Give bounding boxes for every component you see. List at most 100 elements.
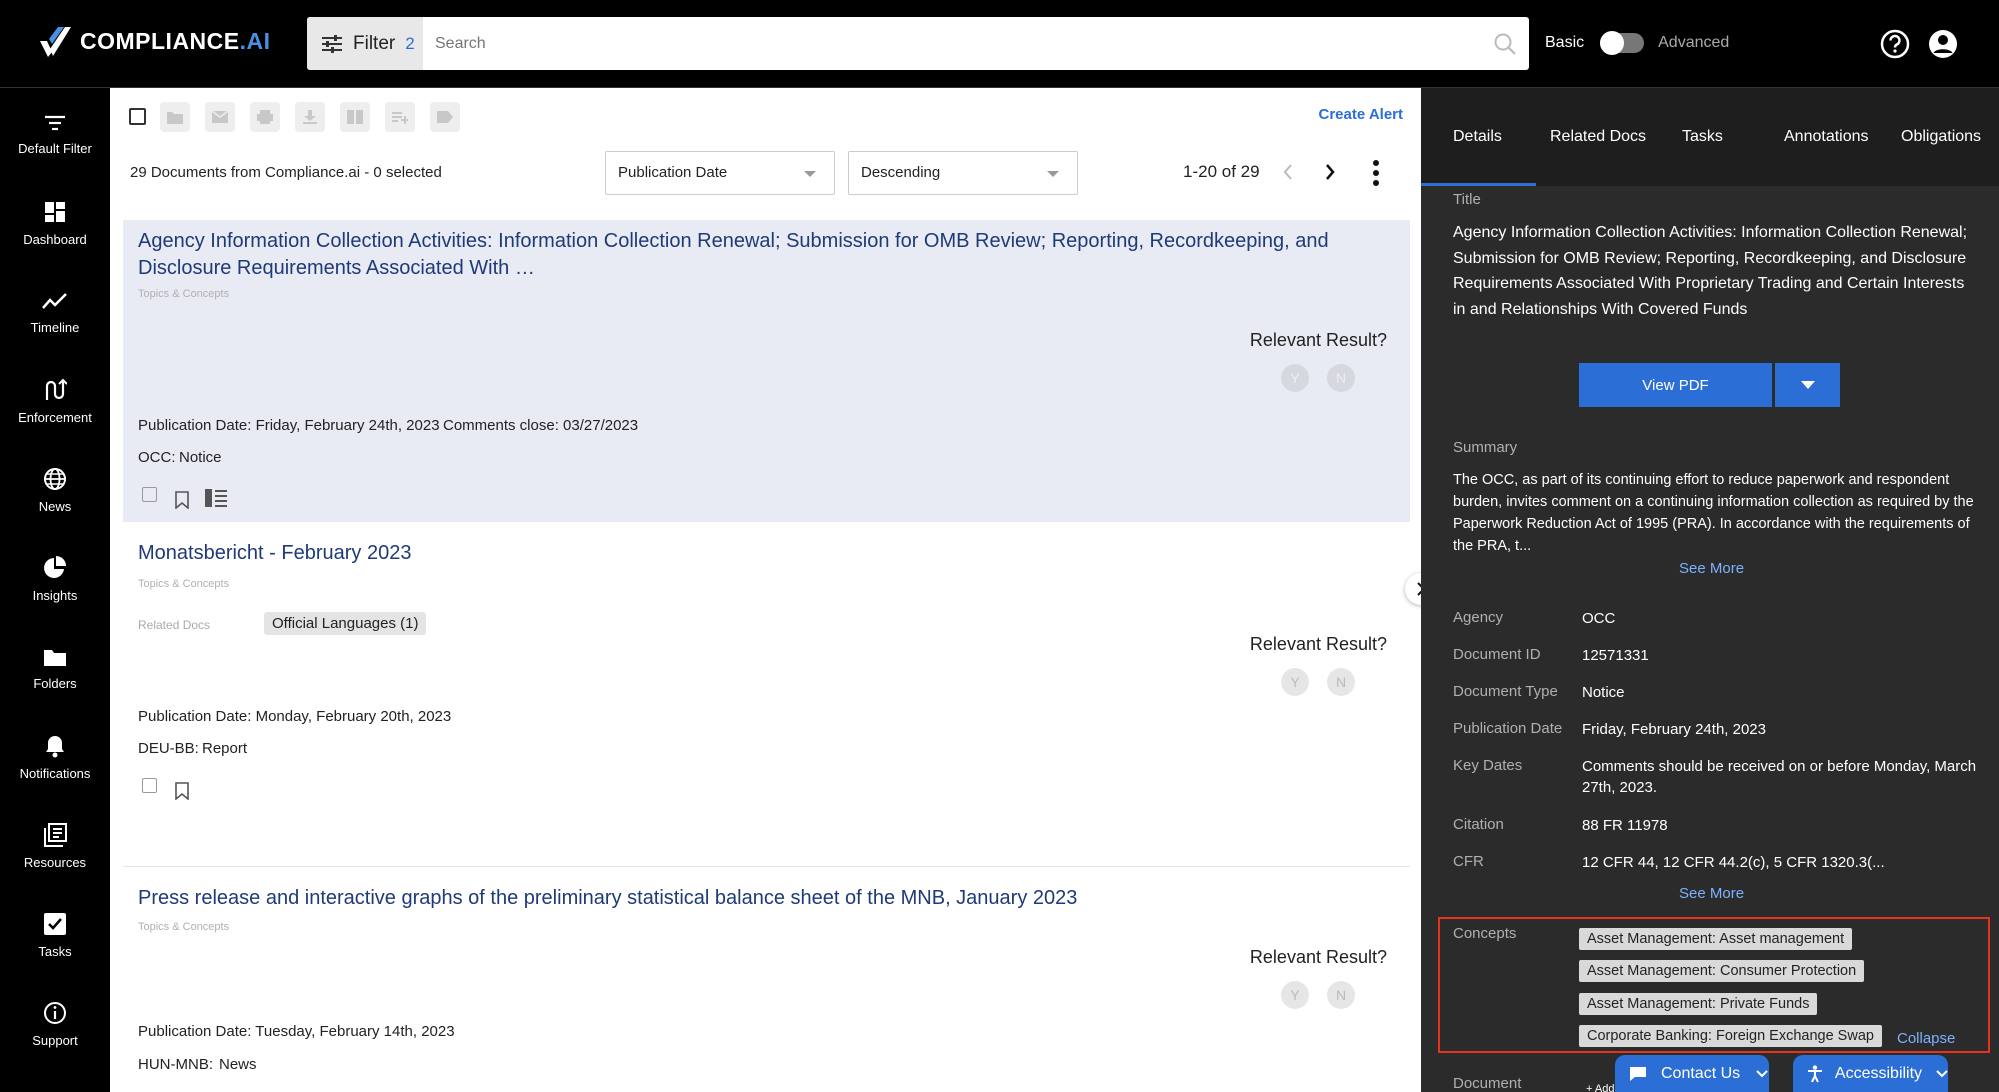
resources-icon	[44, 823, 67, 847]
concept-chip[interactable]: Corporate Banking: Foreign Exchange Swap	[1579, 1025, 1882, 1047]
user-account-icon[interactable]	[1927, 28, 1959, 60]
agency-code: HUN-MNB:	[138, 1056, 213, 1073]
field-label: Agency	[1453, 609, 1504, 626]
more-options-icon[interactable]	[1372, 160, 1380, 186]
nav-enforcement[interactable]: Enforcement	[0, 357, 110, 446]
nav-label: Resources	[23, 855, 87, 870]
nav-default-filter[interactable]: Default Filter	[0, 90, 110, 179]
nav-resources[interactable]: Resources	[0, 802, 110, 891]
view-pdf-dropdown[interactable]	[1775, 363, 1840, 407]
accessibility-icon	[1807, 1064, 1822, 1082]
nav-notifications[interactable]: Notifications	[0, 713, 110, 802]
relevant-yes-button[interactable]: Y	[1281, 668, 1309, 696]
add-to-folder-icon[interactable]	[160, 102, 190, 132]
add-to-list-icon[interactable]	[385, 102, 415, 132]
chevron-left-icon[interactable]	[1282, 162, 1294, 182]
tab-obligations[interactable]: Obligations	[1901, 128, 1981, 146]
field-label: Citation	[1453, 816, 1504, 833]
summary-see-more-link[interactable]: See More	[1679, 560, 1744, 577]
toggle-basic-label: Basic	[1545, 34, 1585, 51]
nav-news[interactable]: News	[0, 446, 110, 535]
nav-tasks[interactable]: Tasks	[0, 891, 110, 980]
result-item[interactable]: Press release and interactive graphs of …	[123, 867, 1410, 1092]
related-doc-chip[interactable]: Official Languages (1)	[264, 612, 427, 635]
concept-chip[interactable]: Asset Management: Private Funds	[1579, 993, 1818, 1015]
result-item[interactable]: Agency Information Collection Activities…	[123, 220, 1410, 522]
result-title[interactable]: Agency Information Collection Activities…	[138, 228, 1398, 282]
result-title[interactable]: Monatsbericht - February 2023	[138, 540, 1398, 567]
result-count: 29 Documents from Compliance.ai - 0 sele…	[130, 164, 442, 181]
summary-text: The OCC, as part of its continuing effor…	[1453, 472, 1974, 554]
search-bar: Filter 2	[307, 17, 1529, 70]
help-icon[interactable]	[1879, 28, 1911, 60]
mode-switch[interactable]	[1600, 31, 1645, 55]
agency-value: OCC	[1582, 610, 1616, 627]
select-all-checkbox[interactable]	[129, 108, 146, 125]
create-alert-link[interactable]: Create Alert	[1319, 106, 1403, 123]
sort-field-select[interactable]: Publication Date	[605, 151, 835, 195]
sort-field-value: Publication Date	[618, 164, 728, 181]
relevant-yes-button[interactable]: Y	[1281, 364, 1309, 392]
nav-insights[interactable]: Insights	[0, 535, 110, 624]
concepts-label: Concepts	[1453, 925, 1517, 942]
relevant-result-label: Relevant Result?	[1249, 330, 1387, 350]
app-logo[interactable]: COMPLIANCE .AI	[38, 24, 271, 58]
title-label: Title	[1453, 191, 1481, 208]
relevant-no-button[interactable]: N	[1327, 364, 1355, 392]
bookmark-icon[interactable]	[175, 491, 189, 509]
summary-label: Summary	[1453, 439, 1518, 456]
tab-related-docs[interactable]: Related Docs	[1550, 128, 1646, 146]
publication-date-value: Friday, February 24th, 2023	[1582, 721, 1766, 738]
nav-folders[interactable]: Folders	[0, 624, 110, 713]
download-icon[interactable]	[295, 102, 325, 132]
sort-order-select[interactable]: Descending	[848, 151, 1078, 195]
key-dates-value: Comments should be received on or before…	[1582, 758, 1977, 796]
chevron-down-icon	[1047, 171, 1059, 177]
email-icon[interactable]	[205, 102, 235, 132]
print-icon[interactable]	[250, 102, 280, 132]
enforcement-icon	[45, 378, 67, 400]
nav-dashboard[interactable]: Dashboard	[0, 179, 110, 268]
compare-icon[interactable]	[205, 489, 227, 507]
search-mode-toggle: Basic Advanced	[1545, 31, 1729, 55]
cfr-see-more-link[interactable]: See More	[1679, 885, 1744, 902]
relevant-yes-button[interactable]: Y	[1281, 981, 1309, 1009]
nav-timeline[interactable]: Timeline	[0, 268, 110, 357]
tab-details[interactable]: Details	[1453, 128, 1502, 146]
nav-support[interactable]: Support	[0, 980, 110, 1069]
document-label: Document	[1453, 1075, 1522, 1092]
accessibility-button[interactable]: Accessibility	[1793, 1055, 1948, 1092]
agency-code: DEU-BB:	[138, 740, 199, 757]
concepts-collapse-link[interactable]: Collapse	[1897, 1030, 1955, 1047]
accessibility-label: Accessibility	[1834, 1064, 1923, 1082]
filter-count: 2	[405, 33, 415, 53]
filter-label: Filter	[353, 32, 396, 54]
search-input[interactable]	[423, 17, 1481, 70]
chevron-right-icon[interactable]	[1324, 162, 1336, 182]
sliders-icon	[322, 34, 342, 53]
tab-tasks[interactable]: Tasks	[1682, 128, 1723, 146]
filter-button[interactable]: Filter 2	[307, 17, 423, 70]
contact-us-label: Contact Us	[1661, 1064, 1741, 1082]
result-title[interactable]: Press release and interactive graphs of …	[138, 885, 1398, 912]
view-pdf-button[interactable]: View PDF	[1579, 363, 1772, 407]
contact-us-button[interactable]: Contact Us	[1615, 1055, 1769, 1092]
relevant-no-button[interactable]: N	[1327, 981, 1355, 1009]
sort-order-value: Descending	[861, 164, 941, 181]
dashboard-icon	[45, 202, 65, 222]
relevant-no-button[interactable]: N	[1327, 668, 1355, 696]
search-icon[interactable]	[1481, 17, 1529, 70]
concept-chip[interactable]: Asset Management: Asset management	[1579, 928, 1853, 950]
logo-icon	[40, 27, 71, 57]
bookmark-icon[interactable]	[175, 782, 189, 800]
result-checkbox[interactable]	[142, 487, 157, 502]
result-checkbox[interactable]	[142, 778, 157, 793]
compare-icon[interactable]	[340, 102, 370, 132]
concept-chip[interactable]: Asset Management: Consumer Protection	[1579, 960, 1865, 982]
result-item[interactable]: Monatsbericht - February 2023 Topics & C…	[123, 522, 1410, 866]
topics-label: Topics & Concepts	[138, 288, 230, 300]
label-tag-icon[interactable]	[430, 102, 460, 132]
agency-code: OCC:	[138, 449, 176, 466]
tab-annotations[interactable]: Annotations	[1784, 128, 1869, 146]
details-panel: Details Related Docs Tasks Annotations O…	[1421, 88, 1999, 1092]
